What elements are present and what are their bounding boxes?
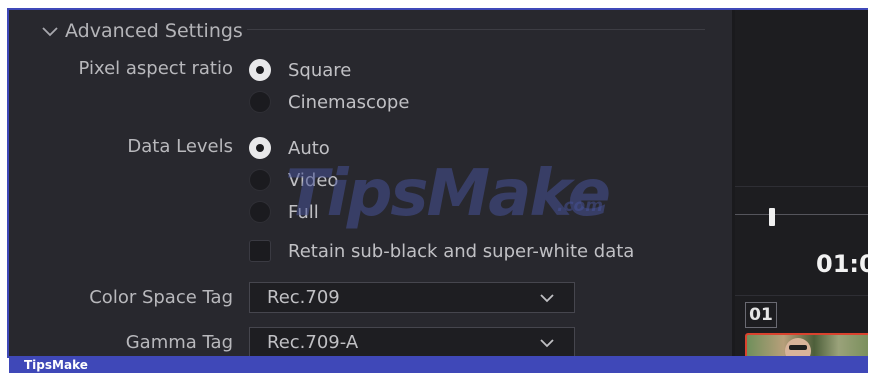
radio-auto[interactable]: Auto (249, 134, 330, 162)
radio-label: Square (288, 59, 352, 81)
chevron-down-icon[interactable] (39, 20, 61, 42)
retain-data-checkbox-row[interactable]: Retain sub-black and super-white data (249, 237, 634, 265)
gamma-tag-select[interactable]: Rec.709-A (249, 327, 575, 356)
frame-top (0, 0, 870, 10)
radio-button[interactable] (249, 59, 271, 81)
pixel-aspect-label: Pixel aspect ratio (78, 58, 233, 79)
footer-text: TipsMake (24, 357, 88, 372)
select-value: Rec.709 (267, 287, 340, 308)
radio-label: Full (288, 201, 319, 223)
advanced-settings-header[interactable]: Advanced Settings (39, 16, 243, 46)
radio-button[interactable] (249, 169, 271, 191)
clip-number: 01 (745, 302, 777, 328)
radio-button[interactable] (249, 201, 271, 223)
retain-data-checkbox[interactable] (249, 240, 271, 262)
scrubber-track[interactable] (735, 214, 868, 215)
color-space-select[interactable]: Rec.709 (249, 282, 575, 313)
frame-left (0, 0, 9, 375)
footer-banner: TipsMake (9, 356, 868, 373)
radio-label: Cinemascope (288, 91, 410, 113)
radio-cinemascope[interactable]: Cinemascope (249, 88, 409, 116)
gamma-tag-label: Gamma Tag (125, 332, 233, 353)
advanced-settings-panel: Advanced Settings Pixel aspect ratio Squ… (9, 10, 732, 356)
clip-thumbnail[interactable] (745, 333, 868, 356)
radio-square[interactable]: Square (249, 56, 351, 84)
data-levels-label: Data Levels (127, 136, 233, 157)
radio-full[interactable]: Full (249, 198, 319, 226)
color-space-label: Color Space Tag (89, 287, 233, 308)
chevron-down-icon (540, 293, 554, 302)
radio-video[interactable]: Video (249, 166, 338, 194)
radio-button[interactable] (249, 137, 271, 159)
section-title: Advanced Settings (65, 20, 243, 42)
viewer-divider (735, 186, 868, 187)
checkbox-label: Retain sub-black and super-white data (288, 240, 635, 262)
select-value: Rec.709-A (267, 332, 359, 353)
timecode-display: 01:00 (816, 250, 868, 278)
header-divider (247, 29, 705, 30)
radio-label: Auto (288, 137, 330, 159)
viewer-divider (735, 295, 868, 296)
radio-button[interactable] (249, 91, 271, 113)
radio-label: Video (288, 169, 339, 191)
viewer-panel: 01:00 01 (735, 10, 868, 356)
playhead-handle[interactable] (769, 208, 775, 226)
chevron-down-icon (540, 338, 554, 347)
